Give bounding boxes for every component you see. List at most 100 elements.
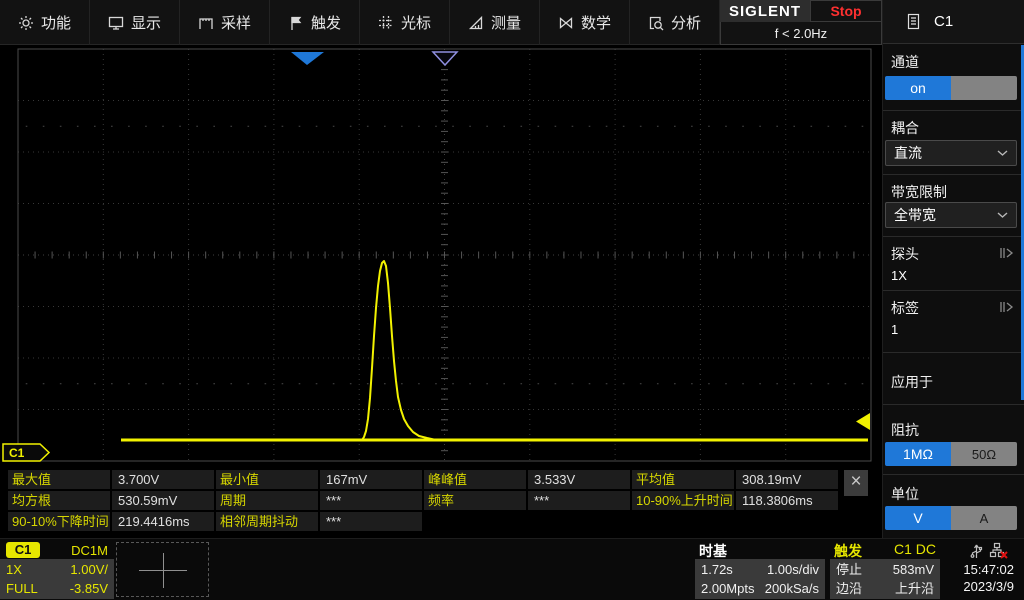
menu-display[interactable]: 显示 — [90, 0, 180, 45]
measurement-panel-close-button[interactable]: × — [844, 470, 868, 496]
clipboard-icon — [907, 13, 920, 30]
timebase-label: 时基 — [695, 541, 825, 559]
sidebar-title: C1 — [934, 13, 953, 30]
measurement-value: *** — [320, 512, 422, 531]
menu-cursor[interactable]: 光标 — [360, 0, 450, 45]
channel1-coupling-readout: DC1M — [71, 543, 108, 558]
measurement-label: 10-90%上升时间 — [632, 491, 734, 510]
tag-expand-icon[interactable] — [998, 300, 1014, 316]
channel1-badge: C1 — [6, 542, 40, 558]
measurement-value: 3.700V — [112, 470, 214, 489]
system-date: 2023/3/9 — [938, 578, 1014, 595]
trigger-source-readout: C1 DC — [894, 541, 936, 559]
channel-settings-sidebar: C1 通道 on 耦合 直流 带宽限制 全带宽 探头 1X 标签 1 — [882, 0, 1024, 538]
crosshair-icon — [163, 553, 164, 588]
trigger-position-marker[interactable] — [291, 52, 324, 65]
channel1-offset-marker[interactable]: C1 — [3, 444, 49, 461]
channel1-descriptor-box[interactable]: C1 DC1M 1X 1.00V/ FULL -3.85V — [0, 541, 114, 599]
channel1-offset-readout: -3.85V — [70, 580, 108, 598]
measurement-label: 最大值 — [8, 470, 110, 489]
impedance-toggle: 1MΩ 50Ω — [885, 442, 1017, 466]
measurement-label: 最小值 — [216, 470, 318, 489]
timebase-delay-readout: 1.72s — [701, 561, 733, 579]
unit-volt-button[interactable]: V — [885, 506, 951, 530]
impedance-50ohm-button[interactable]: 50Ω — [951, 442, 1017, 466]
cursor-grid-icon — [378, 15, 394, 31]
horizontal-reference-marker[interactable] — [433, 52, 457, 65]
expand-arrow-icon — [998, 247, 1014, 259]
graticule-grid — [18, 49, 871, 461]
menu-acquire[interactable]: 采样 — [180, 0, 270, 45]
menu-label: 测量 — [491, 12, 521, 33]
measurement-row: 90-10%下降时间 219.4416ms 相邻周期抖动 *** — [8, 512, 422, 531]
run-state-badge[interactable]: Stop — [810, 0, 882, 22]
menu-label: 光标 — [401, 12, 431, 33]
measure-ruler-icon — [468, 15, 484, 31]
unit-toggle: V A — [885, 506, 1017, 530]
timebase-descriptor-box[interactable]: 时基 1.72s1.00s/div 2.00Mpts200kSa/s — [695, 541, 825, 599]
brand-logo: SIGLENT — [720, 0, 810, 22]
tag-value[interactable]: 1 — [891, 322, 898, 337]
add-channel-slot[interactable] — [116, 542, 209, 597]
sidebar-header: C1 — [883, 0, 1024, 44]
impedance-1mohm-button[interactable]: 1MΩ — [885, 442, 951, 466]
measurement-label: 频率 — [424, 491, 526, 510]
channel1-probe-readout: 1X — [6, 561, 22, 579]
channel-on-off-toggle: on — [885, 76, 1017, 100]
coupling-dropdown[interactable]: 直流 — [885, 140, 1017, 166]
measurement-label: 90-10%下降时间 — [8, 512, 110, 531]
display-icon — [108, 15, 124, 31]
gear-icon — [18, 15, 34, 31]
channel-off-button[interactable] — [951, 76, 1017, 100]
analysis-magnifier-icon — [648, 15, 664, 31]
menu-measure[interactable]: 测量 — [450, 0, 540, 45]
trigger-level-marker[interactable] — [856, 413, 870, 430]
menu-label: 功能 — [41, 12, 71, 33]
lan-disconnected-icon — [989, 542, 1008, 559]
measurement-value: 308.19mV — [736, 470, 838, 489]
menu-label: 采样 — [221, 12, 251, 33]
measurement-label: 周期 — [216, 491, 318, 510]
usb-icon — [970, 542, 983, 559]
trigger-flag-icon — [288, 15, 304, 31]
channel-on-button[interactable]: on — [885, 76, 951, 100]
impedance-section-label: 阻抗 — [891, 420, 919, 440]
measurement-value: 3.533V — [528, 470, 630, 489]
bandwidth-value: 全带宽 — [894, 205, 936, 225]
menu-label: 数学 — [581, 12, 611, 33]
unit-section-label: 单位 — [891, 484, 919, 504]
bandwidth-section-label: 带宽限制 — [891, 182, 947, 202]
channel1-scale-readout: 1.00V/ — [70, 561, 108, 579]
measurement-value: *** — [528, 491, 630, 510]
brand-status-block: SIGLENT Stop f < 2.0Hz — [720, 0, 882, 45]
trigger-descriptor-box[interactable]: 触发 C1 DC 停止583mV 边沿上升沿 — [830, 541, 940, 599]
expand-arrow-icon — [998, 301, 1014, 313]
probe-expand-icon[interactable] — [998, 246, 1014, 262]
measurement-value: 167mV — [320, 470, 422, 489]
menu-math[interactable]: 数学 — [540, 0, 630, 45]
bandwidth-dropdown[interactable]: 全带宽 — [885, 202, 1017, 228]
measurement-row: 最大值 3.700V 最小值 167mV 峰峰值 3.533V 平均值 308.… — [8, 470, 838, 489]
menu-analysis[interactable]: 分析 — [630, 0, 720, 45]
bottom-status-bar: C1 DC1M 1X 1.00V/ FULL -3.85V 时基 1.72s1.00… — [0, 538, 1024, 600]
probe-value[interactable]: 1X — [891, 268, 907, 283]
menu-trigger[interactable]: 触发 — [270, 0, 360, 45]
unit-ampere-button[interactable]: A — [951, 506, 1017, 530]
apply-to-section-label[interactable]: 应用于 — [891, 372, 933, 392]
measurement-label: 平均值 — [632, 470, 734, 489]
trigger-type-readout: 边沿 — [836, 580, 862, 598]
menu-function[interactable]: 功能 — [0, 0, 90, 45]
acquire-icon — [198, 15, 214, 31]
waveform-display-area: C1 — [0, 45, 882, 465]
probe-section-label: 探头 — [891, 244, 919, 264]
trigger-slope-readout: 上升沿 — [895, 580, 934, 598]
measurement-panel: 最大值 3.700V 最小值 167mV 峰峰值 3.533V 平均值 308.… — [0, 466, 872, 536]
trigger-frequency-readout: f < 2.0Hz — [720, 22, 882, 45]
measurement-label: 相邻周期抖动 — [216, 512, 318, 531]
measurement-value: 219.4416ms — [112, 512, 214, 531]
channel1-bandwidth-readout: FULL — [6, 580, 38, 598]
measurement-value: 118.3806ms — [736, 491, 838, 510]
tag-section-label: 标签 — [891, 298, 919, 318]
graticule-svg: C1 — [0, 45, 882, 465]
math-icon — [558, 15, 574, 31]
